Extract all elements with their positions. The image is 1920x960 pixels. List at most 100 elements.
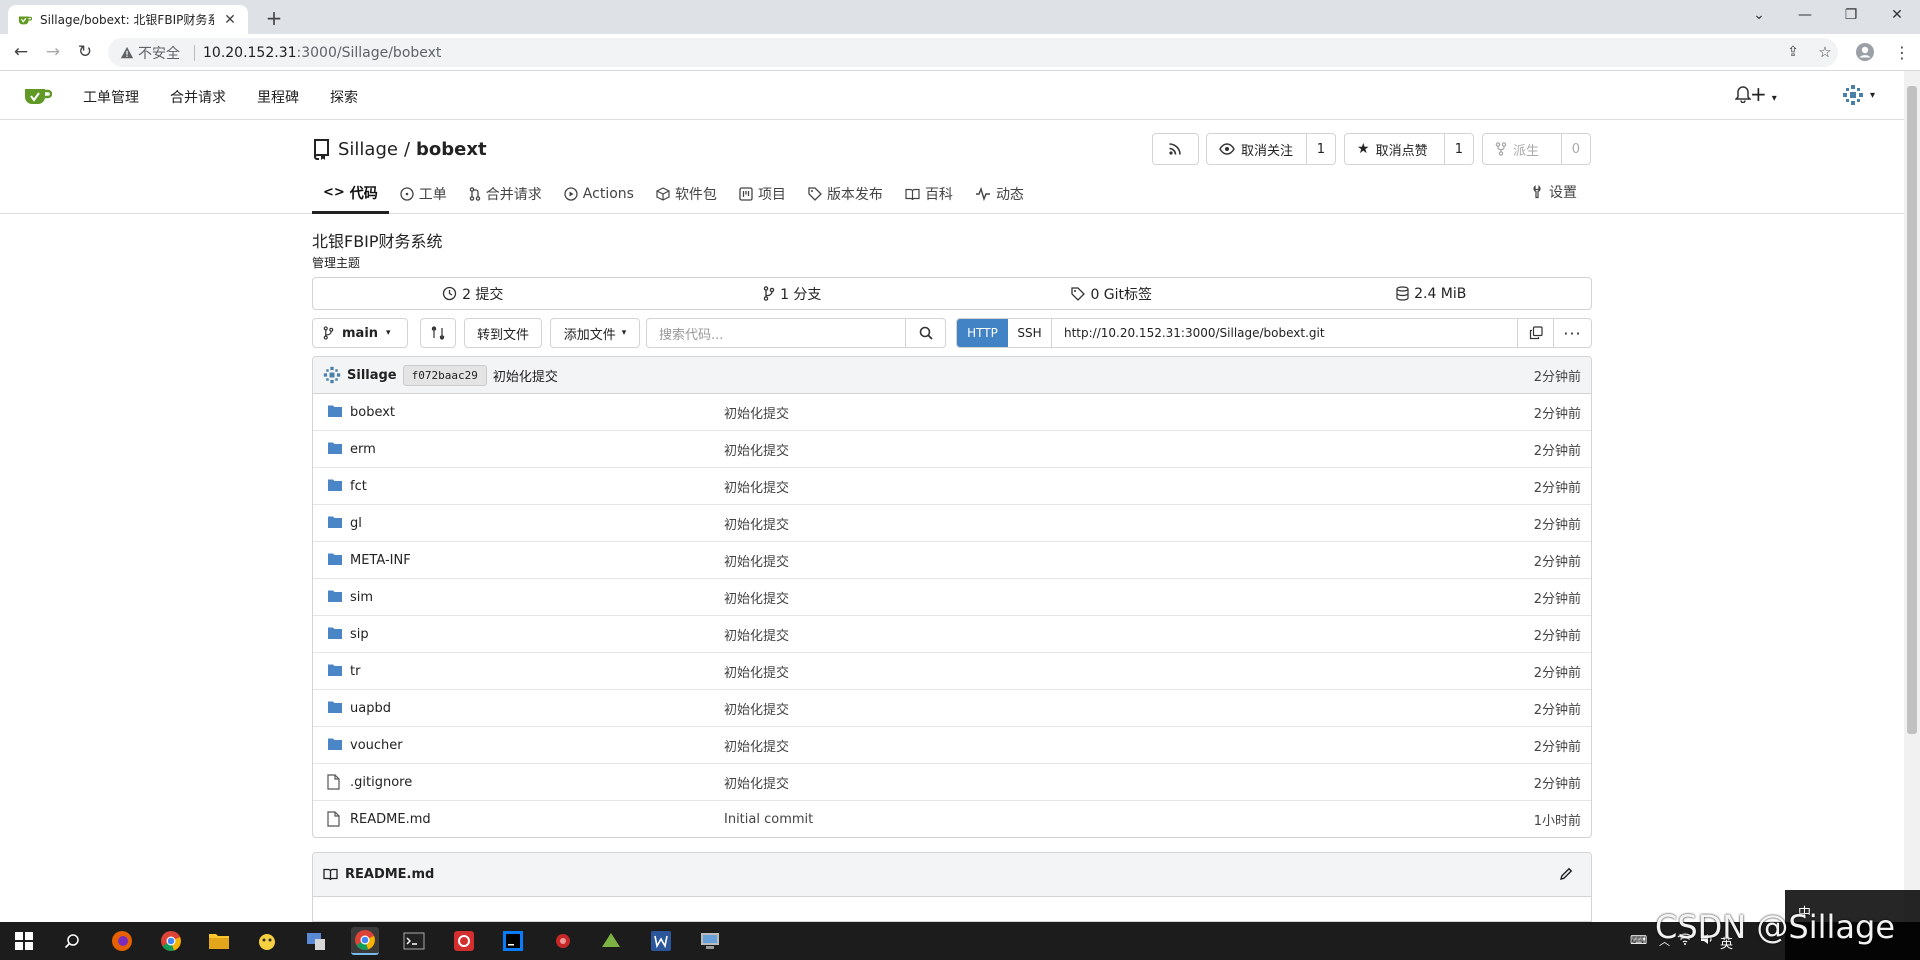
file-row[interactable]: erm 初始化提交 2分钟前: [313, 431, 1591, 468]
file-row[interactable]: bobext 初始化提交 2分钟前: [313, 394, 1591, 431]
file-name-link[interactable]: uapbd: [350, 701, 391, 716]
notifications-bell-icon[interactable]: [1735, 85, 1751, 103]
commits-stat[interactable]: 2 提交: [313, 278, 633, 309]
readme-title[interactable]: README.md: [345, 867, 434, 882]
file-explorer-icon[interactable]: [205, 927, 233, 955]
file-name-link[interactable]: gl: [350, 516, 362, 531]
app-yellow-icon[interactable]: [253, 927, 281, 955]
windows-start-icon[interactable]: [10, 927, 38, 955]
intellij-icon[interactable]: [499, 927, 527, 955]
bookmark-star-icon[interactable]: ☆: [1813, 40, 1837, 64]
new-tab-icon[interactable]: +: [262, 6, 286, 30]
star-count[interactable]: 1: [1443, 134, 1473, 164]
word-icon[interactable]: [647, 927, 675, 955]
nav-milestones[interactable]: 里程碑: [257, 87, 299, 107]
file-name-link[interactable]: sim: [350, 590, 373, 605]
file-row[interactable]: sim 初始化提交 2分钟前: [313, 579, 1591, 616]
tab-releases[interactable]: 版本发布: [797, 174, 894, 214]
http-clone-button[interactable]: HTTP: [957, 319, 1008, 347]
tab-pulls[interactable]: 合并请求: [458, 174, 553, 214]
file-commit-message[interactable]: Initial commit: [724, 812, 813, 827]
file-commit-message[interactable]: 初始化提交: [724, 588, 789, 607]
commit-author[interactable]: Sillage: [347, 368, 397, 383]
file-commit-message[interactable]: 初始化提交: [724, 477, 789, 496]
scrollbar-thumb[interactable]: [1907, 86, 1917, 734]
address-bar[interactable]: 不安全 10.20.152.31:3000/Sillage/bobext: [108, 38, 1838, 67]
create-plus-icon[interactable]: + ▾: [1750, 82, 1777, 106]
file-name-link[interactable]: bobext: [350, 405, 395, 420]
file-row[interactable]: uapbd 初始化提交 2分钟前: [313, 690, 1591, 727]
tab-wiki[interactable]: 百科: [894, 174, 964, 214]
tab-activity[interactable]: 动态: [964, 174, 1035, 214]
browser-tab[interactable]: Sillage/bobext: 北银FBIP财务系 ✕: [8, 5, 248, 34]
tab-projects[interactable]: 项目: [728, 174, 797, 214]
file-name-link[interactable]: .gitignore: [350, 775, 412, 790]
browser-menu-icon[interactable]: ⋮: [1890, 40, 1914, 64]
terminal-icon[interactable]: [400, 927, 428, 955]
file-name-link[interactable]: fct: [350, 479, 367, 494]
app-red-icon[interactable]: [450, 927, 478, 955]
app-snail-icon[interactable]: [548, 927, 576, 955]
tab-search-icon[interactable]: ⌄: [1736, 0, 1782, 30]
watch-count[interactable]: 1: [1305, 134, 1335, 164]
code-search-input[interactable]: 搜索代码...: [647, 319, 905, 347]
chrome-active-icon[interactable]: [351, 927, 379, 955]
app-green-icon[interactable]: [597, 927, 625, 955]
file-name-link[interactable]: README.md: [350, 812, 431, 827]
fork-count[interactable]: 0: [1560, 134, 1590, 164]
file-commit-message[interactable]: 初始化提交: [724, 551, 789, 570]
more-options-button[interactable]: ···: [1553, 319, 1591, 347]
file-commit-message[interactable]: 初始化提交: [724, 625, 789, 644]
compare-button[interactable]: [420, 318, 456, 348]
search-button[interactable]: [905, 319, 945, 347]
forward-icon[interactable]: →: [41, 40, 65, 64]
copy-url-button[interactable]: [1517, 319, 1553, 347]
close-window-icon[interactable]: ✕: [1874, 0, 1920, 30]
file-commit-message[interactable]: 初始化提交: [724, 699, 789, 718]
commit-message[interactable]: 初始化提交: [493, 366, 558, 385]
tab-actions[interactable]: Actions: [553, 174, 645, 214]
profile-icon[interactable]: [1853, 40, 1877, 64]
keyboard-icon[interactable]: ⌨: [1630, 933, 1647, 947]
share-icon[interactable]: ⇪: [1781, 40, 1805, 64]
file-commit-message[interactable]: 初始化提交: [724, 514, 789, 533]
file-commit-message[interactable]: 初始化提交: [724, 736, 789, 755]
repo-owner-link[interactable]: Sillage: [338, 139, 398, 160]
chrome-icon[interactable]: [157, 927, 185, 955]
back-icon[interactable]: ←: [9, 40, 33, 64]
ssh-clone-button[interactable]: SSH: [1008, 319, 1052, 347]
unwatch-button[interactable]: 取消关注: [1207, 134, 1306, 164]
file-row[interactable]: .gitignore 初始化提交 2分钟前: [313, 764, 1591, 801]
file-row[interactable]: voucher 初始化提交 2分钟前: [313, 727, 1591, 764]
rss-button[interactable]: [1152, 133, 1199, 165]
commit-author-avatar[interactable]: [323, 366, 341, 384]
tags-stat[interactable]: 0 Git标签: [952, 278, 1272, 309]
file-row[interactable]: tr 初始化提交 2分钟前: [313, 653, 1591, 690]
file-row[interactable]: README.md Initial commit 1小时前: [313, 801, 1591, 837]
file-commit-message[interactable]: 初始化提交: [724, 662, 789, 681]
tab-code[interactable]: <> 代码: [312, 174, 389, 214]
file-row[interactable]: META-INF 初始化提交 2分钟前: [313, 542, 1591, 579]
user-avatar-menu[interactable]: ▾: [1842, 84, 1875, 106]
firefox-icon[interactable]: [108, 927, 136, 955]
file-name-link[interactable]: sip: [350, 627, 369, 642]
file-name-link[interactable]: tr: [350, 664, 360, 679]
reload-icon[interactable]: ↻: [73, 40, 97, 64]
tab-settings[interactable]: 设置: [1530, 182, 1577, 202]
tab-packages[interactable]: 软件包: [645, 174, 728, 214]
nav-issues[interactable]: 工单管理: [83, 87, 139, 107]
minimize-icon[interactable]: —: [1782, 0, 1828, 30]
app-screen-icon[interactable]: [696, 927, 724, 955]
file-commit-message[interactable]: 初始化提交: [724, 440, 789, 459]
edit-pencil-icon[interactable]: [1559, 867, 1573, 881]
branch-dropdown[interactable]: main ▾: [312, 318, 408, 348]
manage-topics-link[interactable]: 管理主题: [312, 254, 1592, 271]
file-row[interactable]: sip 初始化提交 2分钟前: [313, 616, 1591, 653]
taskbar-search-icon[interactable]: [58, 927, 86, 955]
branches-stat[interactable]: 1 分支: [633, 278, 953, 309]
file-commit-message[interactable]: 初始化提交: [724, 773, 789, 792]
nav-pulls[interactable]: 合并请求: [170, 87, 226, 107]
goto-file-button[interactable]: 转到文件: [464, 318, 542, 348]
nav-explore[interactable]: 探索: [330, 87, 358, 107]
file-row[interactable]: gl 初始化提交 2分钟前: [313, 505, 1591, 542]
